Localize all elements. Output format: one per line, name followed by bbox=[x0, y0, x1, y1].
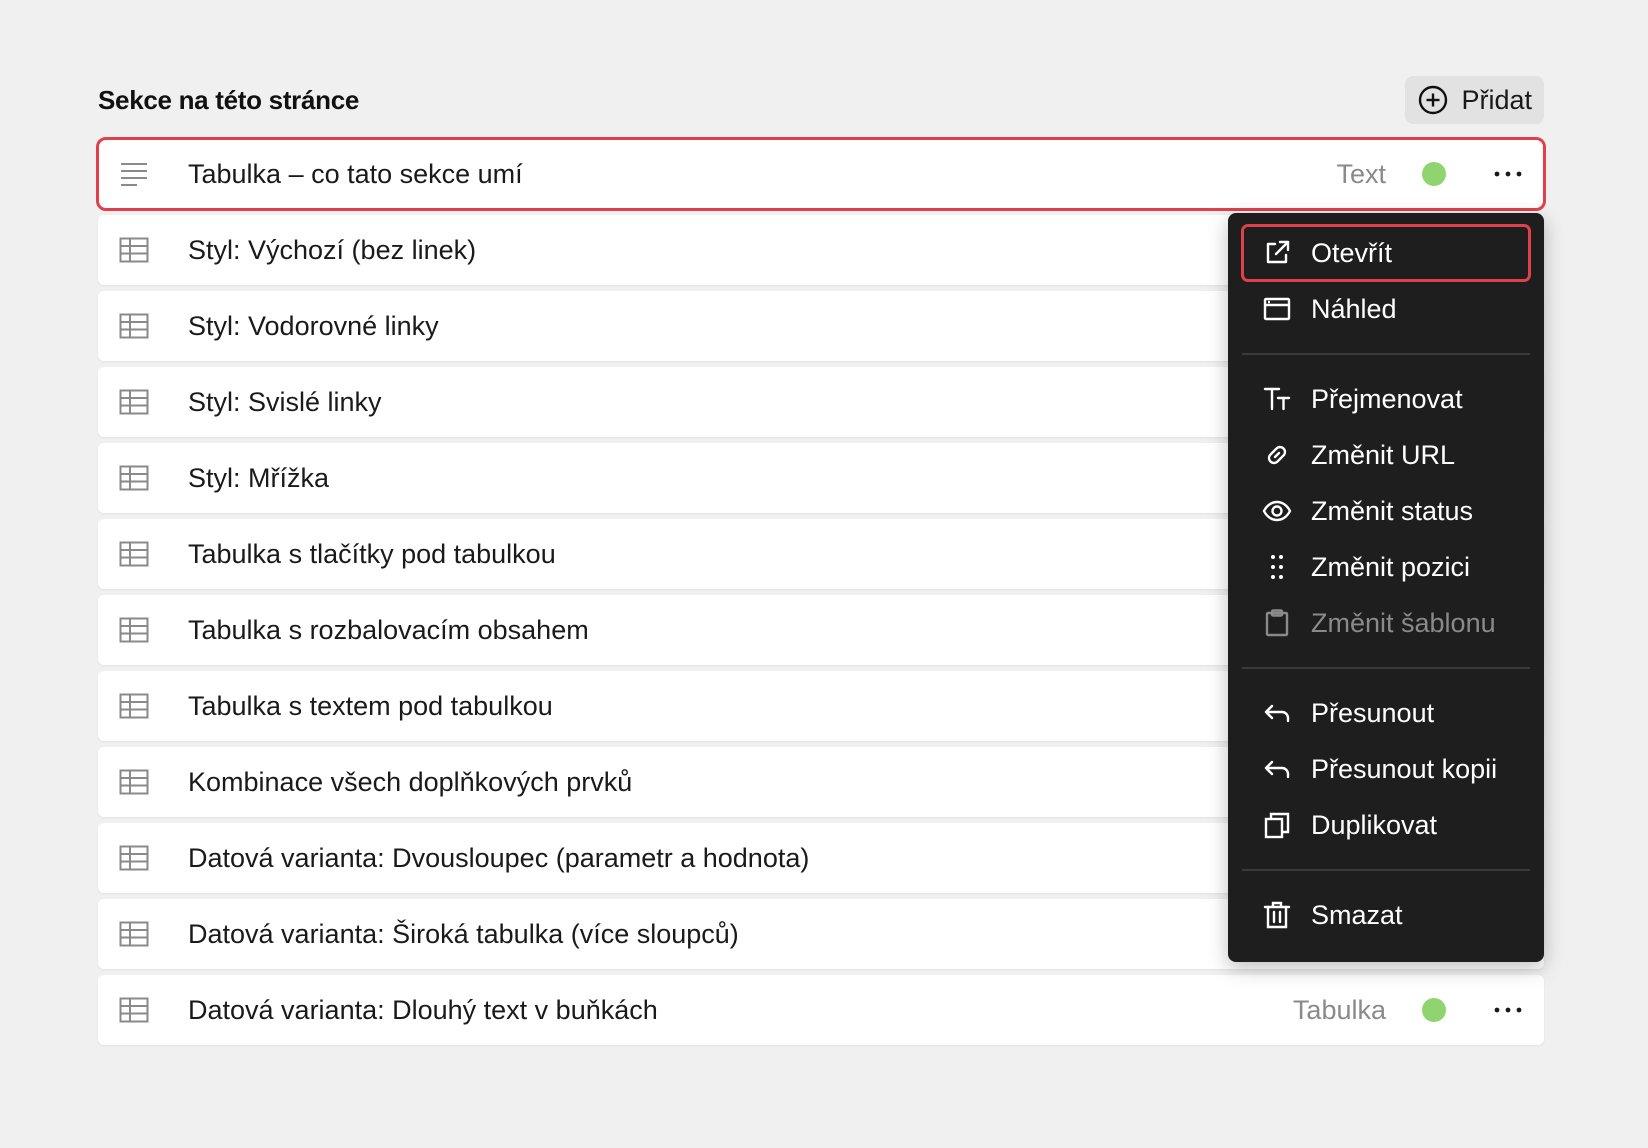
menu-item-label: Smazat bbox=[1311, 899, 1403, 930]
table-icon bbox=[119, 465, 149, 491]
link-icon bbox=[1261, 439, 1293, 471]
menu-item-zmenit-status[interactable]: Změnit status bbox=[1242, 483, 1530, 539]
trash-icon bbox=[1261, 899, 1293, 931]
table-icon bbox=[119, 541, 149, 567]
menu-item-smazat[interactable]: Smazat bbox=[1242, 887, 1530, 943]
page: Sekce na této stránce Přidat Tabulka – c… bbox=[0, 0, 1648, 1148]
section-row[interactable]: Tabulka – co tato sekce umí Text bbox=[96, 137, 1546, 211]
menu-item-zmenit-sablonu: Změnit šablonu bbox=[1242, 595, 1530, 651]
menu-item-label: Přejmenovat bbox=[1311, 383, 1463, 414]
table-icon bbox=[119, 237, 149, 263]
menu-item-label: Otevřít bbox=[1311, 237, 1393, 268]
menu-item-zmenit-url[interactable]: Změnit URL bbox=[1242, 427, 1530, 483]
page-title: Sekce na této stránce bbox=[98, 84, 360, 115]
table-icon bbox=[119, 997, 149, 1023]
table-icon bbox=[119, 313, 149, 339]
menu-item-label: Změnit status bbox=[1311, 495, 1474, 526]
menu-item-presunout-kopii[interactable]: Přesunout kopii bbox=[1242, 741, 1530, 797]
section-header: Sekce na této stránce Přidat bbox=[98, 76, 1544, 124]
drag-handle-icon bbox=[1261, 551, 1293, 583]
menu-item-duplikovat[interactable]: Duplikovat bbox=[1242, 797, 1530, 853]
clipboard-icon bbox=[1261, 607, 1293, 639]
table-icon bbox=[119, 769, 149, 795]
arrow-back-icon bbox=[1261, 697, 1293, 729]
menu-item-label: Přesunout kopii bbox=[1311, 753, 1498, 784]
add-section-label: Přidat bbox=[1461, 84, 1532, 115]
table-icon bbox=[119, 617, 149, 643]
menu-item-zmenit-pozici[interactable]: Změnit pozici bbox=[1242, 539, 1530, 595]
section-type-label: Text bbox=[1336, 158, 1386, 189]
section-row-label: Datová varianta: Dlouhý text v buňkách bbox=[188, 994, 658, 1025]
text-lines-icon bbox=[119, 161, 149, 187]
status-dot bbox=[1422, 162, 1446, 186]
table-icon bbox=[119, 693, 149, 719]
menu-item-prejmenovat[interactable]: Přejmenovat bbox=[1242, 371, 1530, 427]
table-icon bbox=[119, 389, 149, 415]
menu-item-label: Změnit pozici bbox=[1311, 551, 1471, 582]
menu-item-label: Duplikovat bbox=[1311, 809, 1438, 840]
ellipsis-icon bbox=[1494, 1007, 1522, 1013]
arrow-back-icon bbox=[1261, 753, 1293, 785]
more-options-button[interactable] bbox=[1492, 995, 1524, 1025]
add-section-button[interactable]: Přidat bbox=[1405, 76, 1544, 124]
copy-icon bbox=[1261, 809, 1293, 841]
menu-item-label: Náhled bbox=[1311, 293, 1397, 324]
menu-divider bbox=[1242, 667, 1530, 669]
menu-item-label: Změnit URL bbox=[1311, 439, 1456, 470]
menu-item-label: Změnit šablonu bbox=[1311, 607, 1496, 638]
section-row-label: Tabulka – co tato sekce umí bbox=[188, 158, 523, 189]
section-row[interactable]: Datová varianta: Dlouhý text v buňkách Ta… bbox=[98, 975, 1544, 1045]
menu-item-presunout[interactable]: Přesunout bbox=[1242, 685, 1530, 741]
menu-item-nahled[interactable]: Náhled bbox=[1242, 281, 1530, 337]
table-icon bbox=[119, 845, 149, 871]
menu-item-otevrit[interactable]: Otevřít bbox=[1241, 224, 1531, 282]
text-size-icon bbox=[1261, 383, 1293, 415]
status-dot bbox=[1422, 998, 1446, 1022]
context-menu: Otevřít Náhled Přejmenovat Změnit URL Změnit… bbox=[1228, 213, 1544, 962]
menu-item-label: Přesunout bbox=[1311, 697, 1435, 728]
ellipsis-icon bbox=[1494, 171, 1522, 177]
plus-circle-icon bbox=[1419, 85, 1448, 115]
preview-window-icon bbox=[1261, 293, 1293, 325]
menu-divider bbox=[1242, 869, 1530, 871]
menu-divider bbox=[1242, 353, 1530, 355]
section-type-label: Tabulka bbox=[1292, 994, 1386, 1025]
more-options-button[interactable] bbox=[1492, 159, 1524, 189]
table-icon bbox=[119, 921, 149, 947]
external-link-icon bbox=[1261, 237, 1293, 269]
eye-icon bbox=[1261, 495, 1293, 527]
